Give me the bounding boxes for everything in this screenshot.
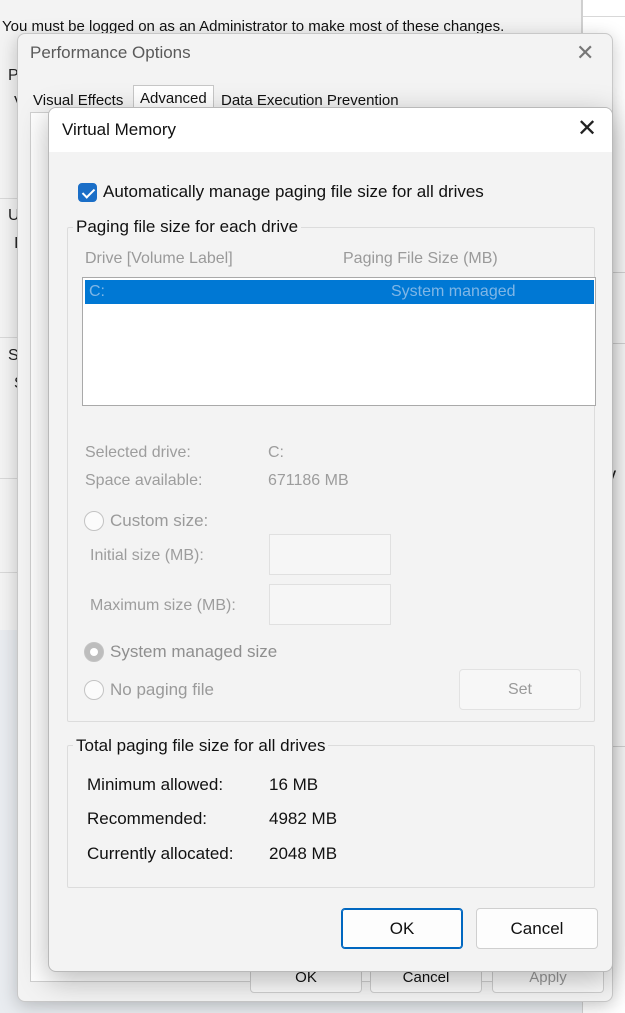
drive-letter: C: [89,283,105,300]
no-paging-file-label[interactable]: No paging file [110,680,214,700]
system-managed-label[interactable]: System managed size [110,642,277,662]
system-managed-radio[interactable] [84,642,104,662]
set-button[interactable]: Set [459,669,581,710]
drive-list[interactable]: C: System managed [82,277,596,406]
space-available-value: 671186 MB [268,472,349,489]
dialog-title: Virtual Memory [62,120,176,139]
performance-options-title: Performance Options [30,43,191,62]
no-paging-file-radio[interactable] [84,680,104,700]
drive-list-row[interactable]: C: System managed [85,280,594,304]
close-icon[interactable]: ✕ [576,40,594,66]
column-header-drive: Drive [Volume Label] [85,250,233,267]
custom-size-label[interactable]: Custom size: [110,511,208,531]
ok-button[interactable]: OK [341,908,463,949]
selected-drive-value: C: [268,444,284,461]
close-icon[interactable]: ✕ [577,115,597,143]
drive-paging-size: System managed [391,283,516,300]
group-legend: Total paging file size for all drives [73,736,329,756]
group-legend: Paging file size for each drive [73,217,302,237]
currently-allocated-label: Currently allocated: [87,844,234,863]
custom-size-radio[interactable] [84,511,104,531]
title-bar: Virtual Memory ✕ [49,108,612,152]
initial-size-label: Initial size (MB): [90,547,204,564]
minimum-allowed-label: Minimum allowed: [87,775,224,794]
selected-drive-label: Selected drive: [85,444,191,461]
initial-size-input[interactable] [269,534,391,575]
column-header-paging-size: Paging File Size (MB) [343,250,498,267]
maximum-size-label: Maximum size (MB): [90,597,236,614]
minimum-allowed-value: 16 MB [269,775,319,794]
currently-allocated-value: 2048 MB [269,844,338,863]
auto-manage-label[interactable]: Automatically manage paging file size fo… [103,182,484,202]
space-available-label: Space available: [85,472,203,489]
virtual-memory-dialog: Virtual Memory ✕ Automatically manage pa… [48,107,613,972]
auto-manage-checkbox[interactable] [78,183,97,202]
maximum-size-input[interactable] [269,584,391,625]
recommended-value: 4982 MB [269,809,338,828]
recommended-label: Recommended: [87,809,208,828]
cancel-button[interactable]: Cancel [476,908,598,949]
